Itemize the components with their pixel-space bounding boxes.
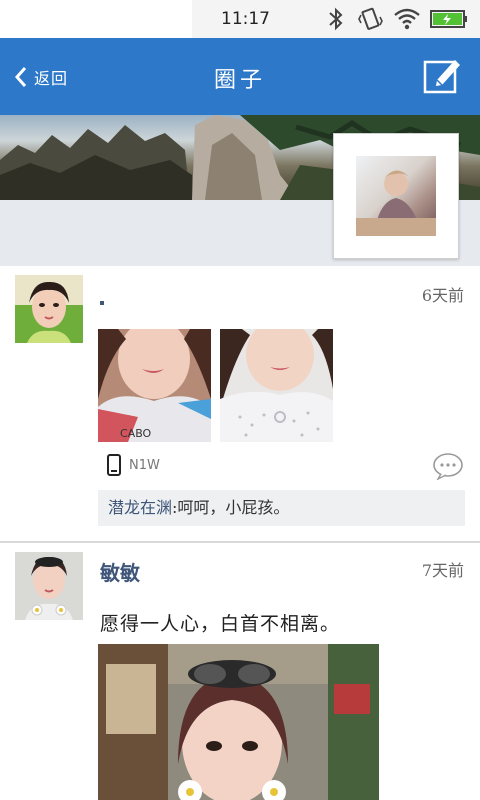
- post-time: 7天前: [421, 561, 464, 580]
- feed-post: 6天前 CABO N1W 潜龙在渊:呵呵，小屁孩。: [0, 266, 480, 542]
- post-text: [100, 301, 104, 305]
- bluetooth-icon: [329, 7, 343, 31]
- svg-text:CABO: CABO: [120, 427, 152, 440]
- comment-item[interactable]: 潜龙在渊:呵呵，小屁孩。: [98, 490, 465, 526]
- post-text: 愿得一人心，白首不相离。: [100, 613, 341, 635]
- feed-post: 敏敏 7天前 愿得一人心，白首不相离。: [0, 543, 480, 800]
- notification-area: [0, 0, 192, 38]
- user-avatar-photo: [356, 156, 436, 236]
- wifi-icon: [394, 8, 420, 30]
- status-bar: 11:17: [0, 0, 480, 38]
- post-photo[interactable]: [220, 329, 333, 442]
- post-avatar[interactable]: [15, 552, 83, 620]
- comment-text: 呵呵，小屁孩。: [177, 498, 290, 517]
- post-avatar[interactable]: [15, 275, 83, 343]
- app-header: 返回 圈子: [0, 38, 480, 115]
- post-username[interactable]: 敏敏: [100, 557, 140, 586]
- page-title: 圈子: [213, 68, 266, 93]
- post-photo[interactable]: [98, 644, 379, 800]
- post-photo[interactable]: CABO: [98, 329, 211, 442]
- device-label: N1W: [129, 457, 160, 473]
- phone-icon: [107, 454, 121, 476]
- post-device: N1W: [107, 454, 160, 476]
- comment-icon[interactable]: [432, 452, 464, 480]
- status-time: 11:17: [221, 9, 270, 29]
- compose-icon[interactable]: [423, 56, 463, 96]
- battery-charging-icon: [430, 10, 467, 28]
- post-time: 6天前: [421, 286, 464, 305]
- user-avatar[interactable]: [333, 133, 459, 259]
- vibrate-icon: [358, 7, 383, 30]
- comment-author[interactable]: 潜龙在渊: [108, 498, 172, 517]
